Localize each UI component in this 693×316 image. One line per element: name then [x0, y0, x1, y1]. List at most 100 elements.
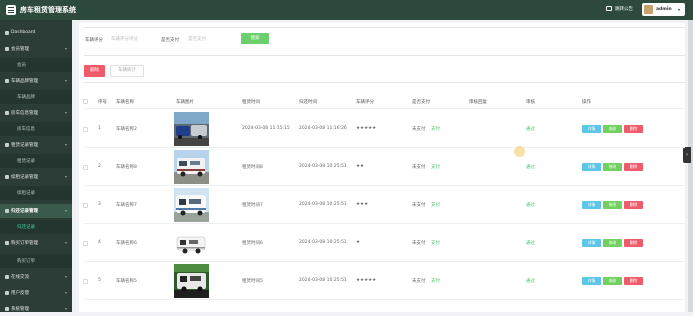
select-all-checkbox[interactable]: [83, 99, 88, 104]
row-rent-time: 租赁时间7: [242, 203, 263, 208]
vehicle-image[interactable]: [174, 226, 209, 260]
chevron-down-icon: ▾: [64, 173, 67, 179]
detail-button[interactable]: 详情: [582, 162, 601, 171]
rating-label: 车辆评分: [85, 38, 103, 43]
sidebar-group-15[interactable]: 在线交流 ▾: [0, 270, 72, 284]
search-button[interactable]: 搜索: [241, 33, 269, 44]
search-top-divider: [84, 27, 685, 28]
edit-button[interactable]: 修改: [603, 200, 622, 209]
row-checkbox[interactable]: [83, 241, 88, 246]
sidebar-item-label: 会员: [17, 63, 26, 68]
row-index: 4: [98, 240, 101, 245]
row-divider: [84, 299, 685, 300]
user-name: admin: [656, 7, 672, 12]
sidebar-group-1[interactable]: 会员管理 ▾: [0, 42, 72, 56]
pay-link[interactable]: 支付: [431, 164, 440, 170]
edit-button[interactable]: 修改: [603, 162, 622, 171]
sidebar-group-5[interactable]: 房车信息管理 ▾: [0, 106, 72, 120]
row-vehicle-name: 车辆名称2: [116, 127, 137, 132]
menu-icon: [5, 241, 9, 245]
paid-search-select[interactable]: 是否支付: [183, 33, 235, 45]
col-rent-time: 租赁时间: [242, 100, 260, 105]
pay-link[interactable]: 支付: [431, 278, 440, 284]
notice-button[interactable]: 跳转公告: [606, 6, 633, 12]
chevron-down-icon: ▾: [64, 289, 67, 295]
pay-link[interactable]: 支付: [431, 240, 440, 246]
vehicle-image[interactable]: [174, 112, 209, 146]
chevron-down-icon: ▾: [64, 45, 67, 51]
row-return-time: 2024-03-08 10:25:51: [299, 240, 347, 245]
chevron-down-icon: ▾: [64, 77, 67, 83]
sidebar-group-16[interactable]: 用户反馈 ▾: [0, 286, 72, 300]
collapse-handle[interactable]: ‹: [683, 147, 691, 163]
sidebar-group-7[interactable]: 租赁记录管理 ▾: [0, 138, 72, 152]
sidebar-group-3[interactable]: 车辆品牌管理 ▾: [0, 74, 72, 88]
sidebar-group-11[interactable]: 归还记录管理 ▾: [0, 204, 72, 218]
sidebar-group-17[interactable]: 系统管理 ▾: [0, 302, 72, 316]
col-vehicle-image: 车辆图片: [176, 100, 194, 105]
menu-icon: [5, 47, 9, 51]
chevron-down-icon: ▾: [64, 273, 67, 279]
sidebar-group-label: 系统管理: [11, 307, 29, 312]
sidebar-group-9[interactable]: 续租记录管理 ▾: [0, 170, 72, 184]
detail-button[interactable]: 详情: [582, 276, 601, 285]
row-return-time: 2024-03-08 10:25:51: [299, 278, 347, 283]
delete-button[interactable]: 删除: [624, 124, 643, 133]
row-divider: [84, 147, 685, 148]
row-index: 1: [98, 126, 101, 131]
row-rating: ★★★: [356, 202, 369, 207]
row-audit-status: 通过: [526, 241, 535, 246]
sidebar-group-13[interactable]: 购买订单管理 ▾: [0, 236, 72, 250]
batch-delete-button[interactable]: 删除: [84, 65, 105, 77]
row-vehicle-name: 车辆名称7: [116, 203, 137, 208]
menu-icon: [5, 79, 9, 83]
rating-search-input[interactable]: 车辆评分评分: [106, 33, 154, 45]
sidebar-item-6[interactable]: 房车信息: [0, 122, 72, 136]
sidebar-item-8[interactable]: 租赁记录: [0, 154, 72, 168]
vehicle-image[interactable]: [174, 188, 209, 222]
row-checkbox[interactable]: [83, 203, 88, 208]
row-divider: [84, 223, 685, 224]
sidebar-group-0[interactable]: Dashboard: [0, 26, 72, 40]
delete-button[interactable]: 删除: [624, 238, 643, 247]
detail-button[interactable]: 详情: [582, 200, 601, 209]
user-menu[interactable]: admin ▾: [642, 3, 685, 16]
edit-button[interactable]: 修改: [603, 276, 622, 285]
sidebar-item-14[interactable]: 购买订单: [0, 254, 72, 268]
vehicle-image[interactable]: [174, 150, 209, 184]
row-checkbox[interactable]: [83, 279, 88, 284]
app-title: 房车租赁管理系统: [20, 6, 76, 14]
pay-link[interactable]: 支付: [431, 202, 440, 208]
row-index: 3: [98, 202, 101, 207]
detail-button[interactable]: 详情: [582, 124, 601, 133]
sidebar-item-4[interactable]: 车辆品牌: [0, 90, 72, 104]
scrollbar[interactable]: [688, 20, 693, 312]
paid-label: 是否支付: [161, 38, 179, 43]
delete-button[interactable]: 删除: [624, 276, 643, 285]
sidebar-item-12[interactable]: 归还记录: [0, 220, 72, 234]
sidebar-item-label: 归还记录: [17, 225, 35, 230]
delete-button[interactable]: 删除: [624, 200, 643, 209]
row-vehicle-name: 车辆名称5: [116, 279, 137, 284]
col-paid: 是否支付: [412, 100, 430, 105]
delete-button[interactable]: 删除: [624, 162, 643, 171]
vehicle-image[interactable]: [174, 264, 209, 298]
row-divider: [84, 185, 685, 186]
app-logo-icon[interactable]: [6, 5, 16, 15]
detail-button[interactable]: 详情: [582, 238, 601, 247]
col-index: 序号: [98, 100, 107, 105]
sidebar-item-2[interactable]: 会员: [0, 58, 72, 72]
avatar: [644, 5, 653, 14]
col-actions: 操作: [582, 100, 591, 105]
row-checkbox[interactable]: [83, 127, 88, 132]
vehicle-stats-button[interactable]: 车辆统计: [110, 65, 144, 77]
sidebar-group-label: 购买订单管理: [11, 241, 38, 246]
edit-button[interactable]: 修改: [603, 238, 622, 247]
row-paid-status: 未支付: [412, 203, 426, 208]
chevron-down-icon: ▾: [64, 109, 67, 115]
sidebar-group-label: 会员管理: [11, 47, 29, 52]
edit-button[interactable]: 修改: [603, 124, 622, 133]
sidebar-item-10[interactable]: 续租记录: [0, 186, 72, 200]
pay-link[interactable]: 支付: [431, 126, 440, 132]
row-checkbox[interactable]: [83, 165, 88, 170]
